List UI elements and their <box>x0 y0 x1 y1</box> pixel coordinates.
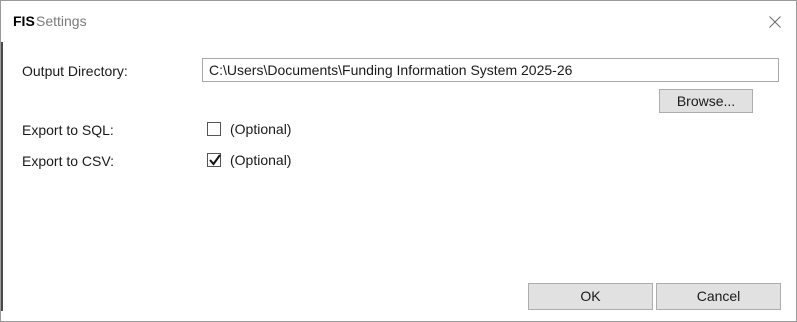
export-sql-checkbox[interactable] <box>207 122 221 136</box>
settings-dialog: FIS Settings Output Directory: Browse...… <box>0 0 797 322</box>
close-button[interactable] <box>760 7 790 37</box>
export-csv-optional-text: (Optional) <box>230 152 292 168</box>
checkmark-icon <box>209 154 221 166</box>
browse-button[interactable]: Browse... <box>659 89 753 113</box>
output-directory-input[interactable] <box>202 58 779 82</box>
output-directory-label: Output Directory: <box>22 63 128 79</box>
export-sql-label: Export to SQL: <box>22 122 114 138</box>
window-edge <box>1 11 3 311</box>
close-icon <box>769 16 781 28</box>
cancel-button[interactable]: Cancel <box>656 283 781 310</box>
ok-button[interactable]: OK <box>528 283 653 310</box>
export-csv-label: Export to CSV: <box>22 153 115 169</box>
window-title: Settings <box>36 13 87 29</box>
export-csv-checkbox[interactable] <box>207 153 221 167</box>
app-logo: FIS <box>13 13 35 29</box>
export-sql-optional-text: (Optional) <box>230 121 292 137</box>
title-bar: FIS Settings <box>1 1 796 42</box>
